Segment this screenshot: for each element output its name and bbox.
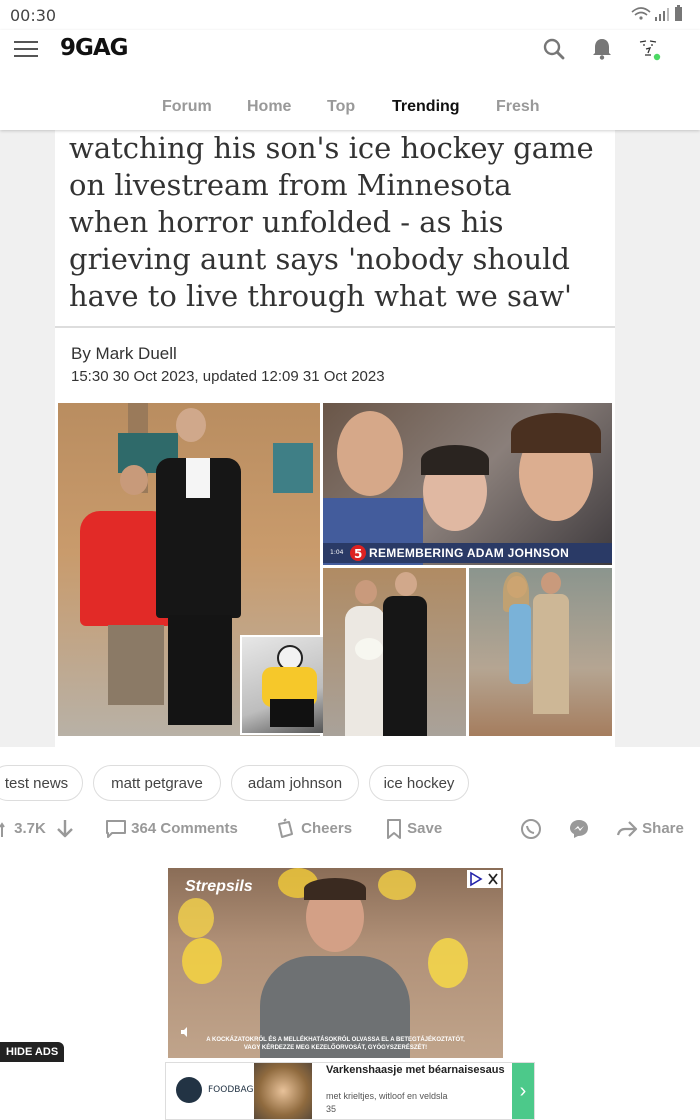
chevron-right-icon[interactable]: › (512, 1063, 534, 1119)
search-icon[interactable] (541, 36, 567, 62)
post-image[interactable]: watching his son's ice hockey game on li… (55, 130, 615, 747)
tag-chip[interactable]: adam johnson (231, 765, 359, 801)
article-headline: watching his son's ice hockey game on li… (69, 131, 594, 313)
bottom-ad-image (254, 1063, 312, 1119)
comment-icon (106, 820, 126, 839)
signal-icon (655, 8, 669, 21)
bottom-ad-brand: FOODBAG (208, 1085, 254, 1095)
share-arrow-icon (616, 821, 638, 837)
tab-top[interactable]: Top (327, 98, 355, 116)
foodbag-logo-icon (176, 1077, 202, 1103)
ad-disclaimer-line: VAGY KÉRDEZZE MEG KEZELŐORVOSÁT, GYÓGYSZ… (243, 1045, 428, 1051)
upvote-arrow-icon (0, 822, 5, 838)
bottom-ad-title: Varkenshaasje met béarnaisesaus (326, 1064, 505, 1076)
tab-forum[interactable]: Forum (162, 98, 212, 116)
bottom-ad-subtitle: met krieltjes, witloof en veldsla (326, 1091, 448, 1101)
messenger-icon[interactable] (568, 818, 590, 840)
cheers-label: Cheers (301, 820, 353, 837)
tag-chip[interactable]: matt petgrave (93, 765, 221, 801)
article-date: 15:30 30 Oct 2023, updated 12:09 31 Oct … (71, 368, 385, 385)
ad-disclaimer: A KOCKÁZATOKRÓL ÉS A MELLÉKHATÁSOKRÓL OL… (168, 1036, 503, 1052)
tab-home[interactable]: Home (247, 98, 291, 116)
battery-icon (675, 5, 682, 21)
menu-button[interactable] (14, 41, 38, 57)
wifi-icon (631, 7, 651, 20)
photo-wedding (323, 568, 466, 736)
article-byline: By Mark Duell (71, 344, 177, 363)
comments-button[interactable]: 364 Comments (105, 818, 238, 840)
share-label: Share (642, 820, 684, 837)
status-bar: 00:30 (0, 0, 700, 30)
hide-ads-button[interactable]: HIDE ADS (0, 1042, 65, 1062)
upvote-button[interactable]: 3.7K (0, 818, 46, 840)
post-background-right (615, 130, 700, 747)
tag-chip[interactable]: ice hockey (369, 765, 469, 801)
tab-fresh[interactable]: Fresh (496, 98, 540, 116)
ad-choices-icon[interactable] (467, 870, 501, 888)
clock: 00:30 (10, 6, 57, 25)
tab-trending[interactable]: Trending (392, 98, 460, 116)
upvote-count: 3.7K (14, 820, 46, 837)
bottom-ad-number: 35 (326, 1104, 337, 1114)
ad-banner[interactable]: Strepsils A KOCKÁZATOKRÓL ÉS A MELLÉKHAT… (168, 868, 503, 1058)
downvote-arrow-icon[interactable] (55, 818, 75, 840)
bottom-ad-banner[interactable]: FOODBAG Varkenshaasje met béarnaisesaus … (165, 1062, 535, 1120)
cheers-button[interactable]: Cheers (275, 818, 352, 840)
divider (55, 326, 615, 328)
save-label: Save (407, 820, 443, 837)
svg-text:5: 5 (354, 547, 362, 561)
online-status-dot (653, 53, 661, 61)
bell-icon[interactable] (589, 36, 615, 62)
post-background-left (0, 130, 55, 747)
status-icons (631, 5, 682, 21)
ad-brand: Strepsils (185, 878, 253, 895)
ad-disclaimer-line: A KOCKÁZATOKRÓL ÉS A MELLÉKHATÁSOKRÓL OL… (206, 1037, 465, 1043)
photo-selfie (323, 403, 612, 565)
whatsapp-icon[interactable] (520, 818, 542, 840)
photo-couple (469, 568, 612, 736)
cheers-icon (278, 818, 293, 839)
logo[interactable]: 9GAG (60, 35, 129, 61)
avatar[interactable] (636, 36, 662, 62)
app-header: 9GAG Forum Home Top Trending Fresh (0, 30, 700, 130)
bookmark-icon (387, 819, 401, 840)
channel-logo-icon: 1:04 5 (328, 545, 366, 561)
svg-text:1:04: 1:04 (330, 549, 344, 556)
comments-label: 364 Comments (131, 820, 238, 837)
save-button[interactable]: Save (385, 818, 442, 840)
tag-chip[interactable]: test news (0, 765, 83, 801)
share-button[interactable]: Share (616, 818, 684, 840)
